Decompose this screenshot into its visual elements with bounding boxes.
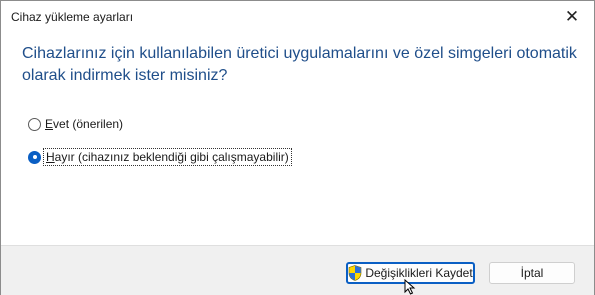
cancel-button[interactable]: İptal	[489, 262, 575, 284]
question-text: Cihazlarınız için kullanılabilen üretici…	[22, 45, 577, 84]
window-title: Cihaz yükleme ayarları	[11, 10, 134, 24]
dialog-window: Cihaz yükleme ayarları ✕ Cihazlarınız iç…	[0, 0, 595, 295]
title-bar: Cihaz yükleme ayarları ✕	[1, 1, 594, 33]
close-icon: ✕	[564, 7, 580, 26]
radio-no[interactable]	[28, 150, 41, 164]
option-no-accel: H	[46, 150, 55, 164]
cancel-button-label: İptal	[520, 266, 544, 280]
radio-yes[interactable]	[28, 117, 41, 131]
option-no[interactable]: Hayır (cihazınız beklendiği gibi çalışma…	[28, 148, 292, 166]
option-no-text: ayır (cihazınız beklendiği gibi çalışmay…	[54, 150, 289, 164]
button-bar: Değişiklikleri Kaydet İptal	[1, 245, 594, 295]
option-no-label: Hayır (cihazınız beklendiği gibi çalışma…	[43, 148, 292, 166]
option-yes[interactable]: Evet (önerilen)	[28, 117, 123, 131]
option-yes-accel: E	[45, 117, 54, 131]
mouse-pointer-icon	[404, 279, 416, 295]
close-button[interactable]: ✕	[550, 1, 594, 33]
uac-shield-icon	[349, 265, 362, 281]
save-button-label: Değişiklikleri Kaydet	[365, 266, 473, 280]
option-yes-label: Evet (önerilen)	[45, 117, 123, 131]
option-yes-text: vet (önerilen)	[53, 117, 124, 131]
